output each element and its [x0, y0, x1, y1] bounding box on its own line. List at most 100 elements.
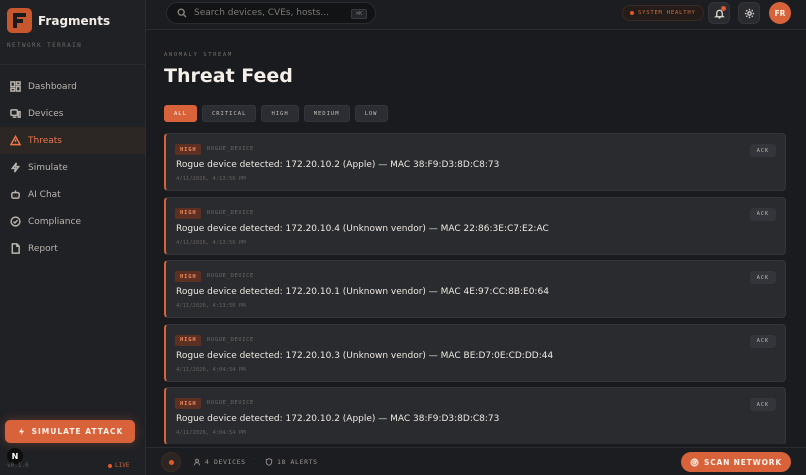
- live-dot-icon: [108, 463, 112, 468]
- severity-badge: HIGH: [175, 271, 202, 282]
- brand-name: Fragments: [38, 13, 111, 28]
- threat-card[interactable]: HIGH ROGUE_DEVICE Rogue device detected:…: [164, 133, 786, 191]
- live-label: LIVE: [115, 462, 130, 469]
- live-indicator: LIVE: [108, 462, 129, 469]
- system-health-label: SYSTEM HEALTHY: [638, 10, 696, 16]
- shield-icon: [265, 458, 273, 466]
- threat-type: ROGUE_DEVICE: [207, 209, 254, 216]
- sidebar-item-label: Threats: [28, 135, 62, 146]
- status-separator: ·: [253, 456, 255, 463]
- device-count-label: 4 DEVICES: [205, 458, 246, 466]
- version-label: v0.1.0: [7, 462, 29, 469]
- system-health-badge: SYSTEM HEALTHY: [622, 5, 704, 21]
- search-icon: [177, 8, 187, 18]
- sidebar-item-report[interactable]: Report: [0, 235, 145, 262]
- sidebar-item-threats[interactable]: Threats: [0, 127, 145, 154]
- search-shortcut: ⌘K: [350, 9, 367, 19]
- check-circle-icon: [9, 216, 21, 228]
- threat-timestamp: 4/11/2026, 4:04:54 PM: [176, 366, 246, 373]
- severity-badge: HIGH: [175, 207, 202, 219]
- sidebar-item-label: Report: [28, 243, 58, 254]
- notification-dot: [721, 6, 726, 11]
- threat-message: Rogue device detected: 172.20.10.2 (Appl…: [176, 414, 500, 424]
- brand-subtitle: NETWORK TERRAIN: [7, 42, 83, 49]
- sidebar: Fragments NETWORK TERRAIN Dashboard Devi…: [0, 0, 146, 475]
- sidebar-item-devices[interactable]: Devices: [0, 100, 145, 127]
- threat-timestamp: 4/11/2026, 4:13:56 PM: [176, 303, 246, 309]
- ack-button[interactable]: ACK: [749, 398, 776, 411]
- threat-card[interactable]: HIGH ROGUE_DEVICE Rogue device detected:…: [164, 196, 786, 255]
- ack-button[interactable]: ACK: [749, 207, 776, 221]
- threat-card[interactable]: HIGH ROGUE_DEVICE Rogue device detected:…: [164, 323, 786, 382]
- page-eyebrow: ANOMALY STREAM: [164, 52, 233, 58]
- scan-network-label: SCAN NETWORK: [704, 457, 782, 467]
- page-title: Threat Feed: [164, 65, 293, 87]
- record-dot-icon: [168, 459, 174, 465]
- severity-badge: HIGH: [175, 144, 202, 155]
- radar-icon: [690, 458, 699, 466]
- severity-badge: HIGH: [175, 398, 202, 409]
- ack-button[interactable]: ACK: [749, 271, 776, 284]
- gear-icon: [744, 8, 754, 18]
- threat-message: Rogue device detected: 172.20.10.2 (Appl…: [176, 160, 500, 170]
- threat-message: Rogue device detected: 172.20.10.4 (Unkn…: [176, 223, 549, 234]
- sidebar-item-dashboard[interactable]: Dashboard: [0, 73, 145, 100]
- avatar[interactable]: FR: [769, 2, 791, 24]
- bottom-status-bar: 4 DEVICES · 18 ALERTS SCAN NETWORK: [146, 447, 806, 475]
- threat-feed-list[interactable]: HIGH ROGUE_DEVICE Rogue device detected:…: [164, 133, 786, 444]
- notifications-button[interactable]: [708, 2, 730, 24]
- user-icon: [193, 458, 201, 466]
- sidebar-item-label: AI Chat: [28, 189, 61, 200]
- sidebar-item-ai-chat[interactable]: AI Chat: [0, 181, 145, 208]
- threat-type: ROGUE_DEVICE: [207, 336, 254, 343]
- document-icon: [9, 243, 21, 255]
- settings-button[interactable]: [738, 2, 760, 24]
- filter-low[interactable]: LOW: [354, 105, 388, 122]
- threat-timestamp: 4/11/2026, 4:04:54 PM: [176, 430, 246, 436]
- sidebar-item-compliance[interactable]: Compliance: [0, 208, 145, 235]
- threat-card[interactable]: HIGH ROGUE_DEVICE Rogue device detected:…: [164, 387, 786, 444]
- threat-card[interactable]: HIGH ROGUE_DEVICE Rogue device detected:…: [164, 260, 786, 318]
- health-dot-icon: [630, 11, 634, 15]
- simulate-attack-button[interactable]: SIMULATE ATTACK: [5, 420, 135, 443]
- devices-icon: [9, 108, 21, 120]
- dashboard-icon: [9, 81, 21, 93]
- sidebar-divider: [0, 64, 145, 65]
- sidebar-item-label: Compliance: [28, 216, 81, 227]
- filter-all[interactable]: ALL: [164, 105, 197, 122]
- sidebar-item-label: Simulate: [28, 162, 68, 173]
- sidebar-item-simulate[interactable]: Simulate: [0, 154, 145, 181]
- search-input[interactable]: Search devices, CVEs, hosts... ⌘K: [166, 2, 376, 24]
- threat-timestamp: 4/11/2026, 4:13:56 PM: [176, 239, 246, 246]
- alert-count-label: 18 ALERTS: [277, 458, 318, 466]
- record-button[interactable]: [161, 452, 181, 472]
- filter-medium[interactable]: MEDIUM: [303, 105, 350, 122]
- threat-message: Rogue device detected: 172.20.10.3 (Unkn…: [176, 350, 554, 361]
- ack-button[interactable]: ACK: [749, 144, 776, 157]
- scan-network-button[interactable]: SCAN NETWORK: [681, 452, 791, 472]
- filter-high[interactable]: HIGH: [261, 105, 299, 122]
- threat-type: ROGUE_DEVICE: [207, 146, 254, 152]
- bolt-icon: [18, 427, 24, 436]
- alert-count: 18 ALERTS: [265, 458, 318, 466]
- bot-icon: [9, 189, 21, 201]
- brand[interactable]: Fragments: [7, 8, 110, 33]
- ack-button[interactable]: ACK: [749, 334, 776, 348]
- threat-message: Rogue device detected: 172.20.10.1 (Unkn…: [176, 287, 549, 297]
- fragments-logo-icon: [7, 8, 32, 33]
- threat-timestamp: 4/11/2026, 4:13:56 PM: [176, 176, 246, 182]
- threat-type: ROGUE_DEVICE: [207, 273, 254, 279]
- device-count: 4 DEVICES: [193, 458, 246, 466]
- search-placeholder: Search devices, CVEs, hosts...: [194, 8, 329, 18]
- severity-filters: ALL CRITICAL HIGH MEDIUM LOW: [164, 105, 393, 122]
- sidebar-item-label: Dashboard: [28, 81, 77, 92]
- filter-critical[interactable]: CRITICAL: [201, 105, 257, 122]
- sidebar-item-label: Devices: [28, 108, 64, 119]
- threat-type: ROGUE_DEVICE: [207, 400, 254, 406]
- severity-badge: HIGH: [175, 334, 202, 346]
- simulate-attack-label: SIMULATE ATTACK: [31, 427, 124, 436]
- topbar: Search devices, CVEs, hosts... ⌘K SYSTEM…: [146, 0, 806, 30]
- bolt-icon: [9, 162, 21, 174]
- sidebar-nav: Dashboard Devices Threats Simulate AI Ch…: [0, 73, 145, 262]
- warning-icon: [9, 135, 21, 147]
